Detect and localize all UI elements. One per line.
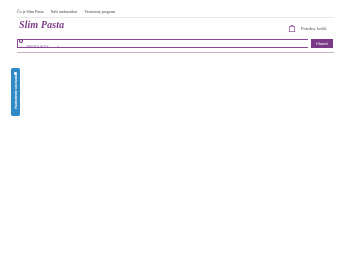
top-divider <box>17 17 334 18</box>
search-button[interactable]: Hľadať <box>311 39 333 48</box>
top-links: Čo je Slim Pasta Naši ambasádori Vernost… <box>17 9 115 14</box>
home-icon[interactable]: ⌂ <box>20 44 22 49</box>
logo[interactable]: Slim Pasta <box>19 20 64 31</box>
top-link-ambassadors[interactable]: Naši ambasádori <box>51 9 78 14</box>
nav-products[interactable]: PRODUKTY <box>26 44 48 49</box>
grid-icon[interactable]: ▪ <box>58 44 59 49</box>
top-link-about[interactable]: Čo je Slim Pasta <box>17 9 44 14</box>
top-link-loyalty[interactable]: Vernostný program <box>84 9 115 14</box>
search-input[interactable] <box>20 40 306 47</box>
cart-label: Prázdny košík <box>301 25 327 31</box>
shopping-bag-icon <box>288 24 296 32</box>
cart-button[interactable]: Prázdny košík <box>288 24 327 32</box>
shop-rating-tab[interactable]: Hodnotenie obchodu <box>11 68 20 116</box>
header-divider <box>17 52 334 53</box>
shop-rating-label: Hodnotenie obchodu <box>13 75 18 109</box>
nav-row: ⌂ PRODUKTY ▪ <box>20 44 59 49</box>
